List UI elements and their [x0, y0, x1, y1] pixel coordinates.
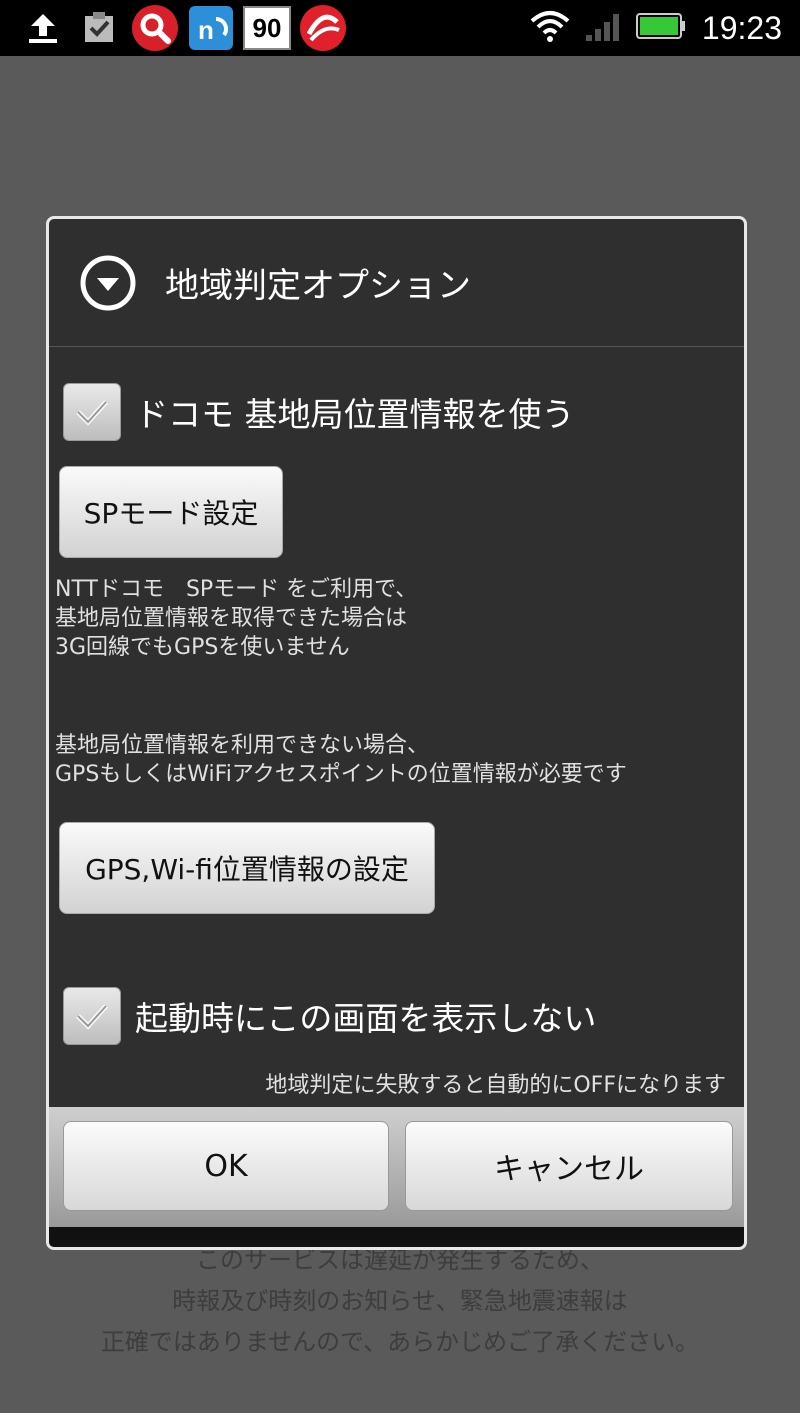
button-bar-shadow — [49, 1227, 744, 1247]
check-icon — [76, 1004, 108, 1030]
notification-icons: n 90 — [0, 0, 354, 56]
region-options-dialog: 地域判定オプション ドコモ 基地局位置情報を使う SPモード設定 NTTドコモ … — [46, 216, 747, 1250]
upload-icon — [18, 3, 68, 53]
startup-hide-checkbox-row[interactable]: 起動時にこの画面を表示しない — [63, 987, 596, 1045]
description-line: 基地局位置情報を利用できない場合、 — [55, 733, 430, 758]
description-line: GPSもしくはWiFiアクセスポイントの位置情報が必要です — [55, 762, 627, 787]
cancel-button[interactable]: キャンセル — [405, 1121, 733, 1211]
notice-line: 時報及び時刻のお知らせ、緊急地震速報は — [172, 1287, 628, 1315]
rss-app-icon: n — [186, 3, 236, 53]
clock: 19:23 — [701, 9, 782, 46]
svg-text:n: n — [198, 15, 214, 45]
background-notice: このサービスは遅延が発生するため、 時報及び時刻のお知らせ、緊急地震速報は 正確… — [0, 1240, 800, 1363]
checklist-icon — [74, 3, 124, 53]
chevron-down-circle-icon — [79, 254, 137, 312]
sp-mode-description: NTTドコモ SPモード をご利用で、 基地局位置情報を取得できた場合は 3G回… — [55, 575, 417, 662]
ok-button[interactable]: OK — [63, 1121, 389, 1211]
search-app-icon — [130, 3, 180, 53]
trend-app-icon — [298, 3, 348, 53]
startup-hide-label: 起動時にこの画面を表示しない — [135, 999, 597, 1038]
startup-note: 地域判定に失敗すると自動的にOFFになります — [265, 1073, 726, 1098]
description-line: 基地局位置情報を取得できた場合は — [55, 606, 408, 631]
fallback-description: 基地局位置情報を利用できない場合、 GPSもしくはWiFiアクセスポイントの位置… — [55, 731, 627, 789]
description-line: 3G回線でもGPSを使いません — [55, 635, 350, 660]
description-line: NTTドコモ SPモード をご利用で、 — [55, 577, 418, 602]
signal-icon — [584, 9, 624, 47]
badge-90-icon: 90 — [242, 3, 292, 53]
wifi-icon — [530, 9, 570, 47]
docomo-location-checkbox[interactable] — [63, 383, 121, 441]
docomo-location-label: ドコモ 基地局位置情報を使う — [135, 395, 575, 434]
dialog-button-bar: OK キャンセル — [49, 1107, 744, 1247]
notice-line: 正確ではありませんので、あらかじめご了承ください。 — [100, 1328, 700, 1356]
startup-hide-checkbox[interactable] — [63, 987, 121, 1045]
dialog-header: 地域判定オプション — [49, 219, 744, 347]
gps-wifi-settings-button[interactable]: GPS,Wi-fi位置情報の設定 — [59, 822, 435, 914]
sp-mode-settings-button[interactable]: SPモード設定 — [59, 466, 283, 558]
docomo-location-checkbox-row[interactable]: ドコモ 基地局位置情報を使う — [63, 383, 575, 441]
dialog-title: 地域判定オプション — [165, 266, 471, 306]
status-bar: n 90 19:23 — [0, 0, 800, 56]
check-icon — [76, 400, 108, 426]
system-icons: 19:23 — [530, 0, 800, 56]
battery-icon — [635, 11, 686, 45]
